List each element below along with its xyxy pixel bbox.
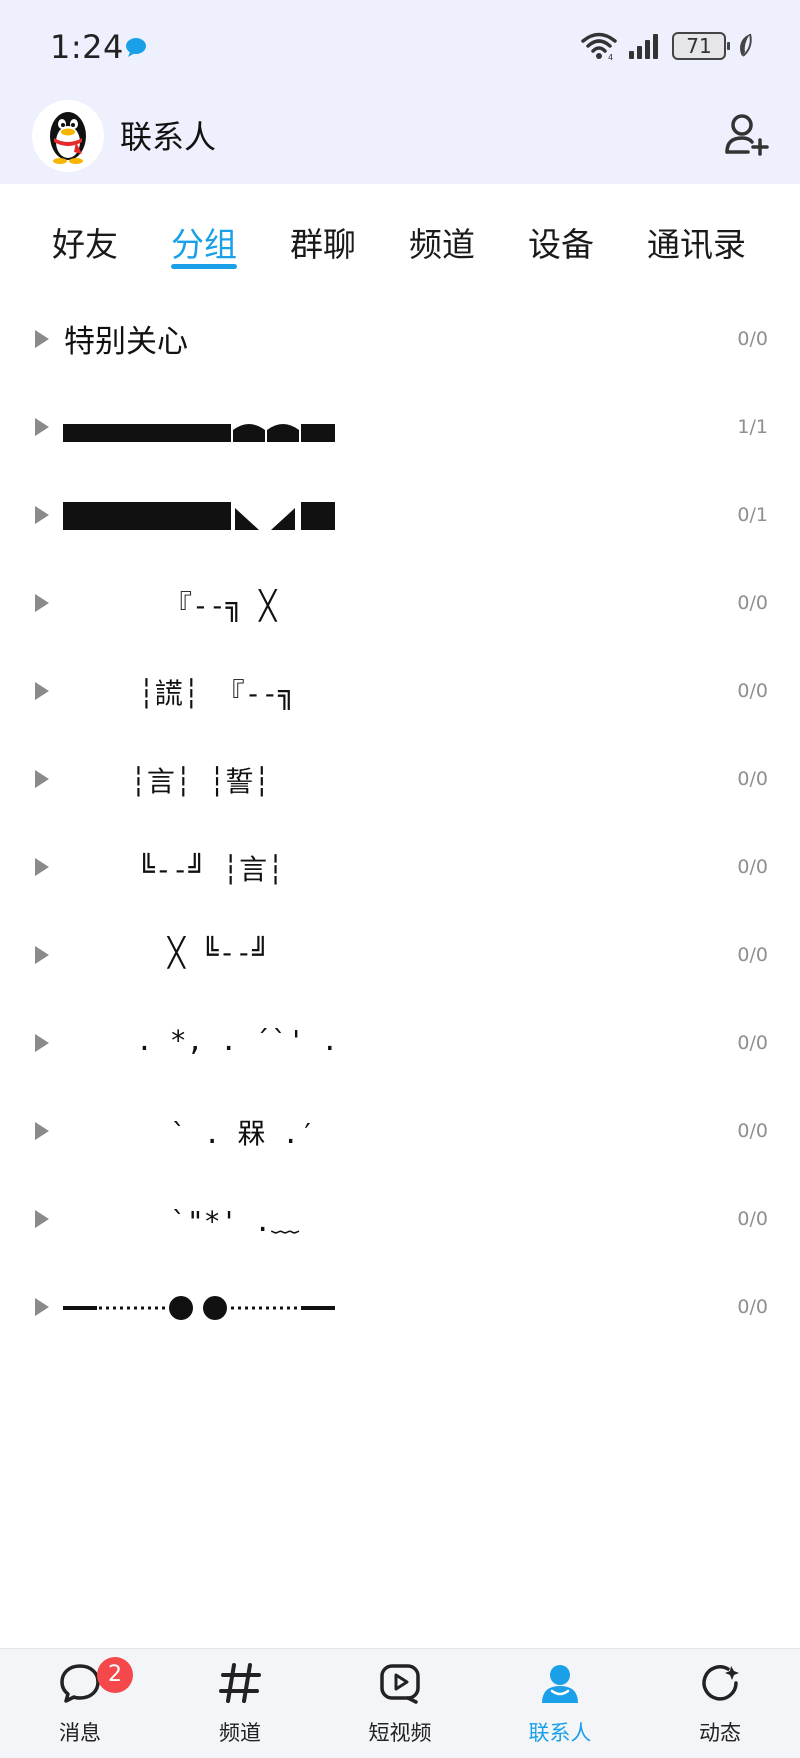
group-row[interactable]: 0/1 <box>0 472 800 560</box>
expand-caret-icon[interactable] <box>35 770 49 788</box>
svg-text:4: 4 <box>608 53 613 61</box>
tab-friends[interactable]: 好友 <box>52 218 118 266</box>
group-name: ┆謊┆ 『--╗ <box>138 677 296 710</box>
group-name-symbol-bar <box>63 424 335 442</box>
group-count: 0/1 <box>737 504 768 526</box>
group-count: 0/0 <box>737 592 768 614</box>
group-count: 0/0 <box>737 768 768 790</box>
status-icons: 4 71 <box>580 28 754 64</box>
nav-short-video[interactable]: 短视频 <box>335 1649 465 1758</box>
play-video-icon <box>380 1664 420 1704</box>
group-row[interactable]: ` . 槑 .′ 0/0 <box>0 1088 800 1176</box>
hashtag-icon <box>219 1663 261 1703</box>
expand-caret-icon[interactable] <box>35 1210 49 1228</box>
group-row[interactable]: 1/1 <box>0 384 800 472</box>
nav-feed[interactable]: 动态 <box>655 1649 785 1758</box>
chat-notification-icon <box>126 38 146 57</box>
penguin-icon <box>50 112 86 164</box>
group-count: 0/0 <box>737 1032 768 1054</box>
tab-group-chats[interactable]: 群聊 <box>290 218 356 266</box>
expand-caret-icon[interactable] <box>35 858 49 876</box>
expand-caret-icon[interactable] <box>35 946 49 964</box>
group-count: 0/0 <box>737 1120 768 1142</box>
avatar[interactable] <box>32 100 104 172</box>
expand-caret-icon[interactable] <box>35 1298 49 1316</box>
tab-groups[interactable]: 分组 <box>171 218 237 266</box>
tab-devices[interactable]: 设备 <box>528 218 594 266</box>
page-title: 联系人 <box>120 118 217 156</box>
group-name-symbol-bar <box>63 502 335 530</box>
group-count: 0/0 <box>737 856 768 878</box>
nav-label: 动态 <box>699 1721 741 1745</box>
nav-contacts[interactable]: 联系人 <box>495 1649 625 1758</box>
nav-messages[interactable]: 2 消息 <box>15 1649 145 1758</box>
nav-label: 联系人 <box>528 1721 592 1745</box>
expand-caret-icon[interactable] <box>35 506 49 524</box>
expand-caret-icon[interactable] <box>35 594 49 612</box>
add-contact-icon[interactable] <box>722 110 770 158</box>
group-count: 0/0 <box>737 1296 768 1318</box>
message-bubble-icon <box>60 1664 100 1703</box>
group-name: `"*' .﹏ <box>170 1205 300 1238</box>
group-name: . *, . ´`' . <box>136 1024 339 1057</box>
group-row[interactable]: 特别关心 0/0 <box>0 296 800 384</box>
active-tab-indicator <box>171 264 237 269</box>
group-count: 0/0 <box>737 944 768 966</box>
refresh-star-icon <box>702 1665 739 1701</box>
contact-person-icon <box>542 1665 578 1703</box>
group-row[interactable]: `"*' .﹏ 0/0 <box>0 1176 800 1264</box>
expand-caret-icon[interactable] <box>35 330 49 348</box>
expand-caret-icon[interactable] <box>35 1122 49 1140</box>
nav-label: 短视频 <box>368 1721 432 1745</box>
group-row[interactable]: ╚--╝ ┆言┆ 0/0 <box>0 824 800 912</box>
leaf-icon <box>740 33 752 57</box>
nav-label: 频道 <box>219 1721 261 1745</box>
wifi-icon: 4 <box>581 32 617 61</box>
group-count: 1/1 <box>737 416 768 438</box>
group-name: ┆言┆ ┆誓┆ <box>130 765 271 798</box>
group-name-symbol-dots <box>63 1296 335 1320</box>
tab-address-book[interactable]: 通讯录 <box>647 218 746 266</box>
tab-channels[interactable]: 频道 <box>409 218 475 266</box>
status-bar: 1:24 4 71 <box>0 0 800 92</box>
battery-indicator: 71 <box>672 32 730 60</box>
group-count: 0/0 <box>737 328 768 350</box>
group-row[interactable]: . *, . ´`' . 0/0 <box>0 1000 800 1088</box>
group-count: 0/0 <box>737 1208 768 1230</box>
header: 联系人 <box>0 92 800 184</box>
expand-caret-icon[interactable] <box>35 1034 49 1052</box>
group-row[interactable]: ╳ ╚--╝ 0/0 <box>0 912 800 1000</box>
group-name: ╚--╝ ┆言┆ <box>138 853 285 886</box>
bottom-nav: 2 消息 频道 短视频 联系人 动态 <box>0 1648 800 1758</box>
group-row[interactable]: ┆謊┆ 『--╗ 0/0 <box>0 648 800 736</box>
signal-icon <box>629 34 658 59</box>
expand-caret-icon[interactable] <box>35 682 49 700</box>
battery-level: 71 <box>686 34 712 58</box>
nav-channels[interactable]: 频道 <box>175 1649 305 1758</box>
group-row[interactable]: 0/0 <box>0 1264 800 1352</box>
expand-caret-icon[interactable] <box>35 418 49 436</box>
group-row[interactable]: 『--╗ ╳ 0/0 <box>0 560 800 648</box>
group-name: ` . 槑 .′ <box>170 1117 317 1150</box>
unread-badge: 2 <box>97 1657 133 1693</box>
status-time: 1:24 <box>50 28 124 66</box>
nav-label: 消息 <box>59 1721 101 1745</box>
group-name: ╳ ╚--╝ <box>168 936 270 969</box>
group-name: 『--╗ ╳ <box>164 589 277 622</box>
tab-bar: 好友 分组 群聊 频道 设备 通讯录 <box>0 184 800 284</box>
group-row[interactable]: ┆言┆ ┆誓┆ 0/0 <box>0 736 800 824</box>
group-count: 0/0 <box>737 680 768 702</box>
group-name: 特别关心 <box>64 324 188 360</box>
